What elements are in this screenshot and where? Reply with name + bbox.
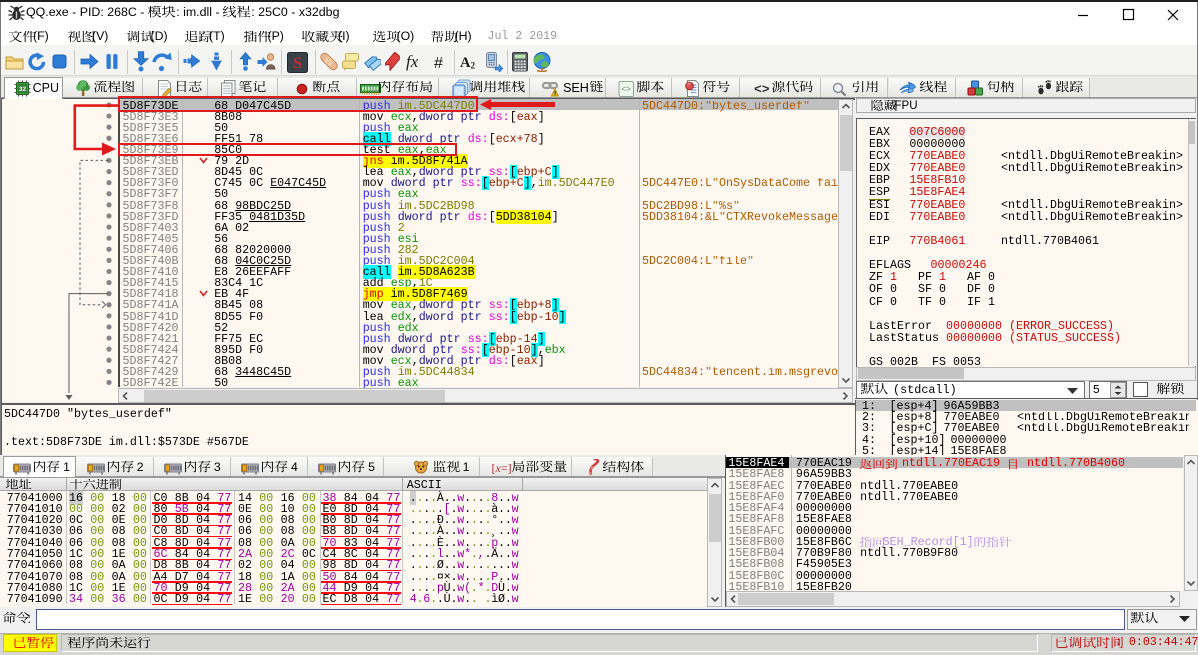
svg-text:32: 32 [19, 86, 27, 93]
svg-text:#: # [434, 55, 443, 71]
svg-text:<>: <> [754, 82, 769, 96]
svg-text:A: A [460, 55, 471, 70]
svg-text:fx: fx [406, 52, 419, 71]
svg-text:S: S [293, 55, 302, 72]
svg-text:2: 2 [471, 61, 476, 71]
svg-text:<>: <> [621, 85, 631, 94]
